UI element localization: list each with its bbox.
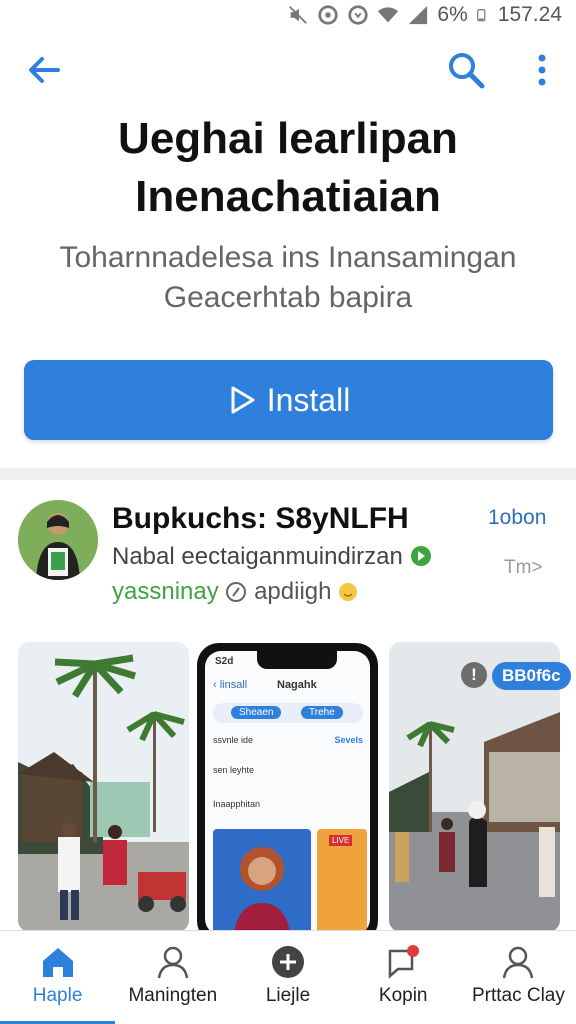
phone-title: Nagahk	[277, 679, 317, 691]
avatar-image	[18, 500, 98, 580]
wifi-icon	[378, 7, 399, 23]
tag-other[interactable]: apdiigh	[254, 578, 331, 605]
search-icon[interactable]	[444, 48, 488, 92]
more-vert-icon[interactable]	[528, 50, 556, 90]
developer-avatar[interactable]	[18, 500, 98, 580]
app-subtitle-line2: Geacerhtab bapira	[163, 281, 413, 314]
nav-label: Maningten	[128, 985, 218, 1006]
bottom-nav: Haple Maningten Liejle Kopin Prttac Clay	[0, 930, 576, 1024]
app-title-line1: Ueghai learlipan	[118, 114, 458, 163]
phone-row-label: ssvnle ide	[213, 735, 254, 745]
nav-item-chat[interactable]: Kopin	[346, 931, 461, 1024]
status-bar: 6% 157.24	[0, 0, 576, 30]
home-icon	[42, 948, 73, 977]
target-icon	[318, 5, 339, 25]
phone-back-label: linsall	[219, 679, 248, 691]
screenshot-badge[interactable]: BB0f6c	[492, 662, 571, 690]
nav-item-people[interactable]: Maningten	[115, 931, 230, 1024]
nav-item-profile[interactable]: Prttac Clay	[461, 931, 576, 1024]
chat-icon	[388, 945, 420, 979]
phone-notch	[257, 651, 337, 669]
app-title-line2: Inenachatiaian	[135, 172, 441, 221]
live-badge: LIVE	[329, 835, 353, 846]
phone-time: S2d	[215, 656, 234, 667]
person-icon	[157, 946, 189, 979]
emoji-icon	[339, 583, 358, 601]
verified-icon	[410, 546, 431, 566]
phone-live-card[interactable]: LIVE	[317, 829, 367, 935]
signal-icon	[409, 5, 428, 25]
back-arrow-icon[interactable]	[24, 50, 64, 90]
app-title: Ueghai learlipan Inenachatiaian	[0, 110, 576, 226]
phone-portrait	[213, 829, 311, 935]
add-circle-icon	[272, 946, 304, 978]
follow-button[interactable]: 1obon	[488, 506, 546, 530]
phone-row-3[interactable]: Inaapphitan	[213, 799, 363, 809]
info-icon[interactable]: !	[461, 662, 487, 688]
screenshot-phone[interactable]: S2d ‹ linsall Nagahk Sheaen Trehe ssvnle…	[197, 643, 378, 943]
phone-chip1[interactable]: Sheaen	[231, 706, 282, 719]
nav-item-home[interactable]: Haple	[0, 931, 115, 1024]
app-subtitle-line1: Toharnnadelesa ins Inansamingan	[59, 241, 517, 274]
clock: 157.24	[497, 3, 562, 26]
developer-description-text: Nabal eectaiganmuindirzan	[112, 543, 403, 570]
phone-chip-row: Sheaen Trehe	[213, 703, 363, 723]
battery-icon	[476, 9, 486, 22]
nav-item-add[interactable]: Liejle	[230, 931, 345, 1024]
nav-label: Haple	[32, 985, 83, 1006]
play-icon	[231, 386, 255, 414]
developer-description: Nabal eectaiganmuindirzan	[112, 543, 432, 571]
phone-chip2[interactable]: Trehe	[301, 706, 343, 719]
sync-icon	[348, 5, 369, 25]
nav-label: Liejle	[265, 985, 311, 1006]
phone-back[interactable]: ‹ linsall	[213, 679, 247, 691]
install-button[interactable]: Install	[24, 360, 553, 440]
phone-row-2[interactable]: sen leyhte	[213, 765, 363, 775]
tag-icon	[226, 582, 247, 602]
developer-tags: yassninay apdiigh	[112, 578, 358, 606]
nav-label: Prttac Clay	[471, 985, 565, 1006]
developer-name: Bupkuchs: S8yNLFH	[112, 502, 409, 535]
section-divider	[0, 468, 576, 480]
account-icon	[503, 946, 534, 979]
phone-row-1[interactable]: ssvnle ide Sevels	[213, 735, 363, 745]
app-bar	[0, 40, 576, 100]
install-label: Install	[266, 381, 351, 418]
portrait-image	[233, 847, 291, 935]
village-photo	[18, 642, 189, 932]
screenshot-village-1[interactable]	[18, 642, 189, 932]
battery-percent: 6%	[437, 3, 468, 26]
phone-row-label: Inaapphitan	[213, 799, 261, 809]
mute-icon	[289, 6, 308, 24]
phone-screen: S2d ‹ linsall Nagahk Sheaen Trehe ssvnle…	[205, 651, 370, 935]
phone-row-label: sen leyhte	[213, 765, 255, 775]
nav-label: Kopin	[378, 985, 428, 1006]
phone-row-action[interactable]: Sevels	[334, 735, 363, 745]
app-subtitle: Toharnnadelesa ins Inansamingan Geacerht…	[0, 238, 576, 318]
tag-green[interactable]: yassninay	[112, 578, 219, 605]
more-link[interactable]: Tm>	[504, 557, 543, 579]
